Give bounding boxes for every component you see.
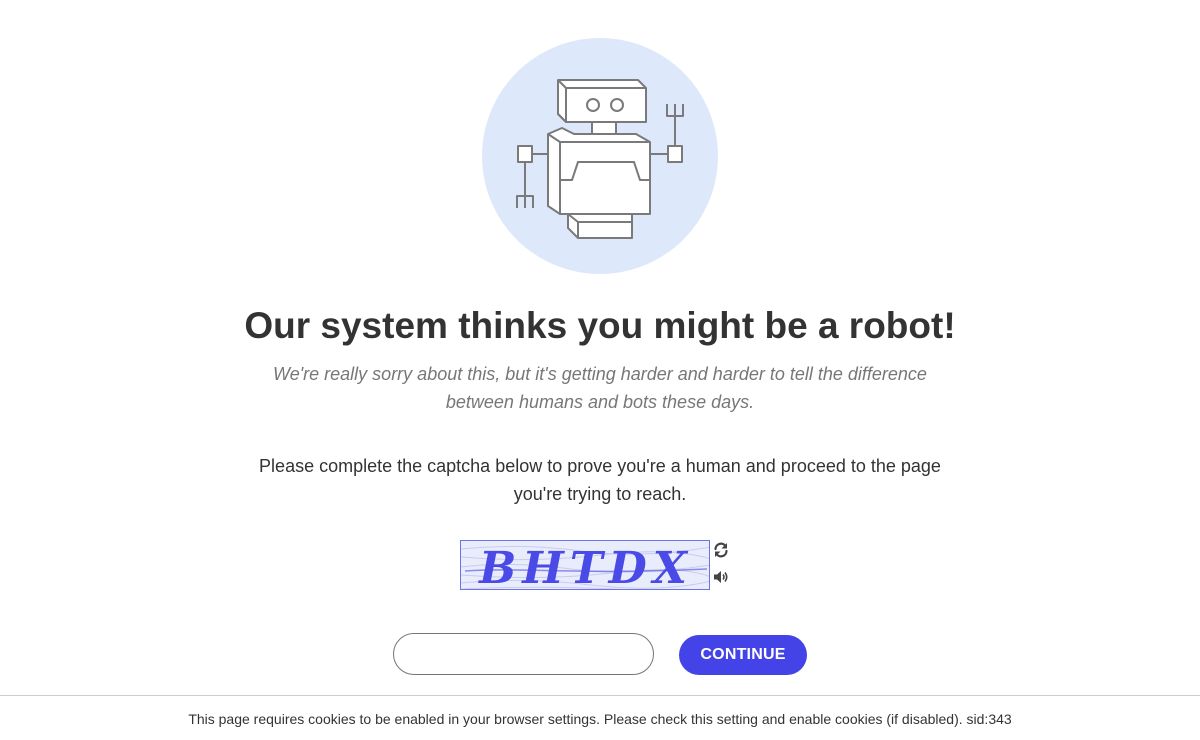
robot-check-page: Our system thinks you might be a robot! … — [0, 0, 1200, 740]
captcha-image: BHTDX — [460, 540, 710, 590]
robot-icon — [516, 79, 684, 239]
page-title: Our system thinks you might be a robot! — [244, 305, 956, 346]
refresh-icon[interactable] — [712, 541, 730, 559]
cookie-notice: This page requires cookies to be enabled… — [188, 711, 1012, 727]
captcha-noise: BHTDX — [461, 543, 709, 590]
captcha-answer-input[interactable] — [393, 633, 654, 675]
continue-button[interactable]: CONTINUE — [679, 635, 807, 675]
instructions-text: Please complete the captcha below to pro… — [259, 456, 941, 504]
captcha-text: BHTDX — [477, 543, 693, 590]
apology-text: We're really sorry about this, but it's … — [273, 364, 927, 412]
speaker-icon[interactable] — [712, 568, 730, 586]
footer-divider — [0, 695, 1200, 696]
robot-illustration — [482, 38, 718, 274]
